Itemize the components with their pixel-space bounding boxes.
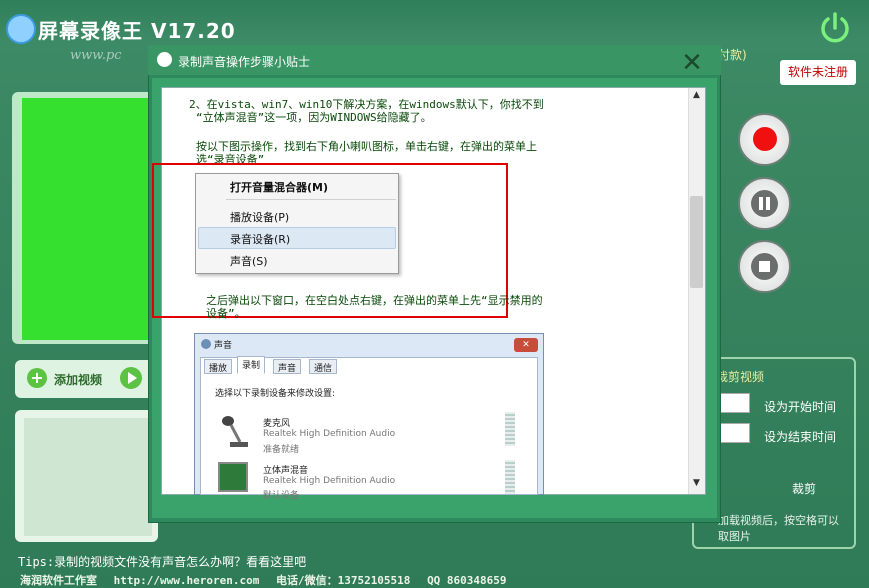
sound-description: 选择以下录制设备来修改设置: bbox=[215, 389, 336, 399]
scrollbar[interactable] bbox=[688, 88, 705, 494]
dialog-title: 录制声音操作步骤小贴士 bbox=[178, 55, 311, 69]
footer-url[interactable]: http://www.heroren.com bbox=[114, 574, 260, 587]
unregistered-button[interactable]: 软件未注册 bbox=[780, 60, 856, 85]
device-driver: Realtek High Definition Audio bbox=[263, 476, 396, 486]
power-icon[interactable] bbox=[818, 11, 852, 45]
footer-company: 海润软件工作室 bbox=[20, 574, 97, 587]
pay-text: 付款) bbox=[718, 48, 747, 62]
level-meter bbox=[505, 412, 515, 446]
sound-tab: 通信 bbox=[309, 359, 338, 374]
device-status: 默认设备 bbox=[263, 491, 300, 501]
add-icon[interactable]: + bbox=[27, 368, 47, 388]
instruction-text: 之后弹出以下窗口，在空白处点右键，在弹出的菜单上先“显示禁用的 bbox=[206, 294, 543, 307]
stop-icon bbox=[751, 253, 778, 280]
scroll-up-icon[interactable]: ▲ bbox=[688, 90, 705, 104]
end-time-field[interactable] bbox=[717, 423, 750, 443]
start-time-field[interactable] bbox=[717, 393, 750, 413]
record-icon bbox=[753, 127, 777, 151]
level-meter bbox=[505, 460, 515, 494]
thumbnail-area bbox=[24, 418, 152, 536]
play-icon[interactable] bbox=[120, 367, 142, 389]
microphone-icon bbox=[222, 416, 248, 447]
speaker-icon bbox=[201, 339, 211, 349]
close-icon[interactable]: ✕ bbox=[679, 50, 705, 77]
device-driver: Realtek High Definition Audio bbox=[263, 429, 396, 439]
pause-icon bbox=[751, 190, 778, 217]
app-logo bbox=[6, 14, 36, 44]
app-title: 屏幕录像王 V17.20 bbox=[38, 19, 236, 43]
instruction-text: 设备”。 bbox=[206, 307, 246, 320]
cut-button[interactable]: 裁剪 bbox=[792, 480, 816, 497]
sound-tab: 声音 bbox=[273, 359, 302, 374]
sound-dialog-title: 声音 bbox=[214, 341, 233, 351]
footer-phone: 电话/微信：13752105518 bbox=[275, 574, 411, 587]
dialog-title-icon bbox=[157, 52, 172, 67]
footer-qq: QQ 860348659 bbox=[427, 574, 507, 587]
tips-link[interactable]: Tips:录制的视频文件没有声音怎么办啊？看看这里吧 bbox=[18, 553, 306, 570]
scroll-down-icon[interactable]: ▼ bbox=[688, 478, 705, 492]
device-name: 立体声混音 bbox=[263, 466, 309, 476]
video-preview bbox=[22, 98, 156, 340]
sound-card-icon bbox=[218, 462, 248, 492]
instruction-text: “立体声混音”这一项，因为WINDOWS给隐藏了。 bbox=[196, 111, 432, 124]
set-start-button[interactable]: 设为开始时间 bbox=[764, 398, 836, 415]
add-video-button[interactable]: 添加视频 bbox=[54, 371, 102, 388]
sound-close-icon: ✕ bbox=[514, 338, 538, 352]
sound-dialog-body bbox=[200, 357, 538, 495]
cut-video-label: 裁剪视频 bbox=[716, 370, 765, 384]
set-end-button[interactable]: 设为结束时间 bbox=[764, 428, 836, 445]
device-name: 麦克风 bbox=[263, 419, 291, 429]
cut-hint: 加载视频后，按空格可以 取图片 bbox=[718, 514, 839, 543]
device-status: 准备就绪 bbox=[263, 445, 300, 455]
watermark: www.pc bbox=[70, 48, 122, 63]
footer: 海润软件工作室 http://www.heroren.com 电话/微信：137… bbox=[20, 572, 517, 588]
scroll-thumb[interactable] bbox=[690, 196, 703, 288]
sound-tab-active: 录制 bbox=[237, 356, 266, 374]
sound-tab: 播放 bbox=[204, 359, 233, 374]
